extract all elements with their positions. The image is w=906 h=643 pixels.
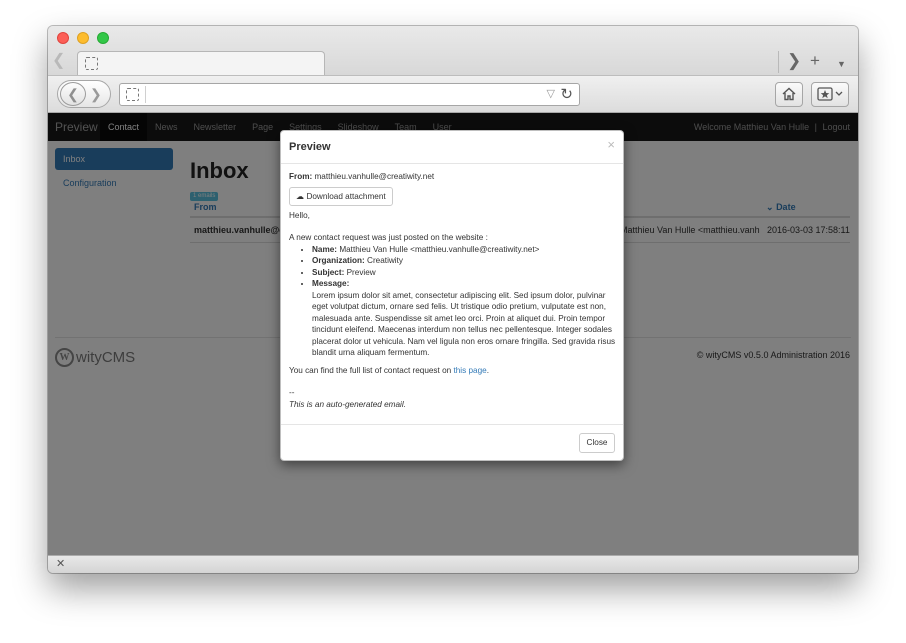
from-value: matthieu.vanhulle@creatiwity.net <box>314 172 435 181</box>
contact-fields-list: Name: Matthieu Van Hulle <matthieu.vanhu… <box>312 244 617 359</box>
field-value: Matthieu Van Hulle <matthieu.vanhulle@cr… <box>339 244 540 254</box>
list-item-name: Name: Matthieu Van Hulle <matthieu.vanhu… <box>312 244 617 256</box>
full-list-text: You can find the full list of contact re… <box>289 365 452 375</box>
full-list-end: . <box>486 365 489 375</box>
browser-toolbar: ❮ ❯ ▽ ↻ <box>48 75 858 113</box>
download-label: Download attachment <box>306 191 386 201</box>
field-label: Name: <box>312 244 338 254</box>
tab-scroll-left-icon[interactable]: ❮ <box>52 51 70 71</box>
signature-dash: -- <box>289 388 295 397</box>
modal-header: Preview × <box>281 131 623 164</box>
signature-text: This is an auto-generated email. <box>289 399 406 409</box>
modal-body: From: matthieu.vanhulle@creatiwity.net ☁… <box>289 171 617 410</box>
minimize-window-button[interactable] <box>77 32 89 44</box>
list-item-message: Message: Lorem ipsum dolor sit amet, con… <box>312 278 617 359</box>
status-bar: ✕ <box>48 555 858 573</box>
download-attachment-button[interactable]: ☁ Download attachment <box>289 186 393 206</box>
modal-close-icon[interactable]: × <box>607 138 615 152</box>
address-separator <box>145 86 146 103</box>
history-dropdown-icon[interactable]: ▽ <box>547 86 555 103</box>
browser-tab[interactable] <box>77 51 325 75</box>
list-item-subject: Subject: Preview <box>312 267 617 279</box>
reload-icon[interactable]: ↻ <box>560 84 573 105</box>
from-label: From: <box>289 172 313 181</box>
address-bar[interactable]: ▽ ↻ <box>119 83 580 106</box>
history-buttons: ❮ ❯ <box>57 80 111 108</box>
full-list-line: You can find the full list of contact re… <box>289 365 617 377</box>
tab-scroll-right-icon[interactable]: ❯ <box>787 52 801 70</box>
field-label: Subject: <box>312 267 345 277</box>
message-text: Lorem ipsum dolor sit amet, consectetur … <box>312 290 616 358</box>
field-value: Creatiwity <box>367 256 403 265</box>
title-bar: ❮ ❯ + ▼ <box>48 26 858 75</box>
cloud-download-icon: ☁ <box>296 191 305 201</box>
close-button[interactable]: Close <box>579 433 615 453</box>
bookmarks-button[interactable] <box>811 82 849 107</box>
modal-footer: Close <box>281 424 623 461</box>
field-label: Message: <box>312 279 350 288</box>
new-tab-icon[interactable]: + <box>810 52 820 70</box>
favicon-icon <box>85 57 98 70</box>
web-page: Preview Contact News Newsletter Page Set… <box>48 113 858 555</box>
back-button[interactable]: ❮ <box>60 82 86 106</box>
from-line: From: matthieu.vanhulle@creatiwity.net <box>289 171 617 183</box>
field-label: Organization: <box>312 256 365 265</box>
home-button[interactable] <box>775 82 803 107</box>
tab-tools: ❯ + ▼ <box>778 51 858 73</box>
field-value: Preview <box>346 267 376 277</box>
greeting: Hello, <box>289 210 310 220</box>
browser-window: ❮ ❯ + ▼ ❮ ❯ ▽ ↻ Preview × From: matthieu… <box>48 26 858 573</box>
tab-menu-chevron-down-icon[interactable]: ▼ <box>837 55 846 73</box>
status-close-icon[interactable]: ✕ <box>56 557 65 572</box>
site-icon <box>126 88 139 101</box>
forward-button[interactable]: ❯ <box>90 83 102 105</box>
list-item-organization: Organization: Creatiwity <box>312 255 617 267</box>
preview-modal: Preview × From: matthieu.vanhulle@creati… <box>280 130 624 461</box>
intro-text: A new contact request was just posted on… <box>289 233 488 242</box>
home-icon <box>782 87 796 101</box>
modal-title: Preview <box>289 141 331 153</box>
zoom-window-button[interactable] <box>97 32 109 44</box>
this-page-link[interactable]: this page <box>453 366 486 375</box>
star-box-icon <box>817 87 843 101</box>
close-window-button[interactable] <box>57 32 69 44</box>
